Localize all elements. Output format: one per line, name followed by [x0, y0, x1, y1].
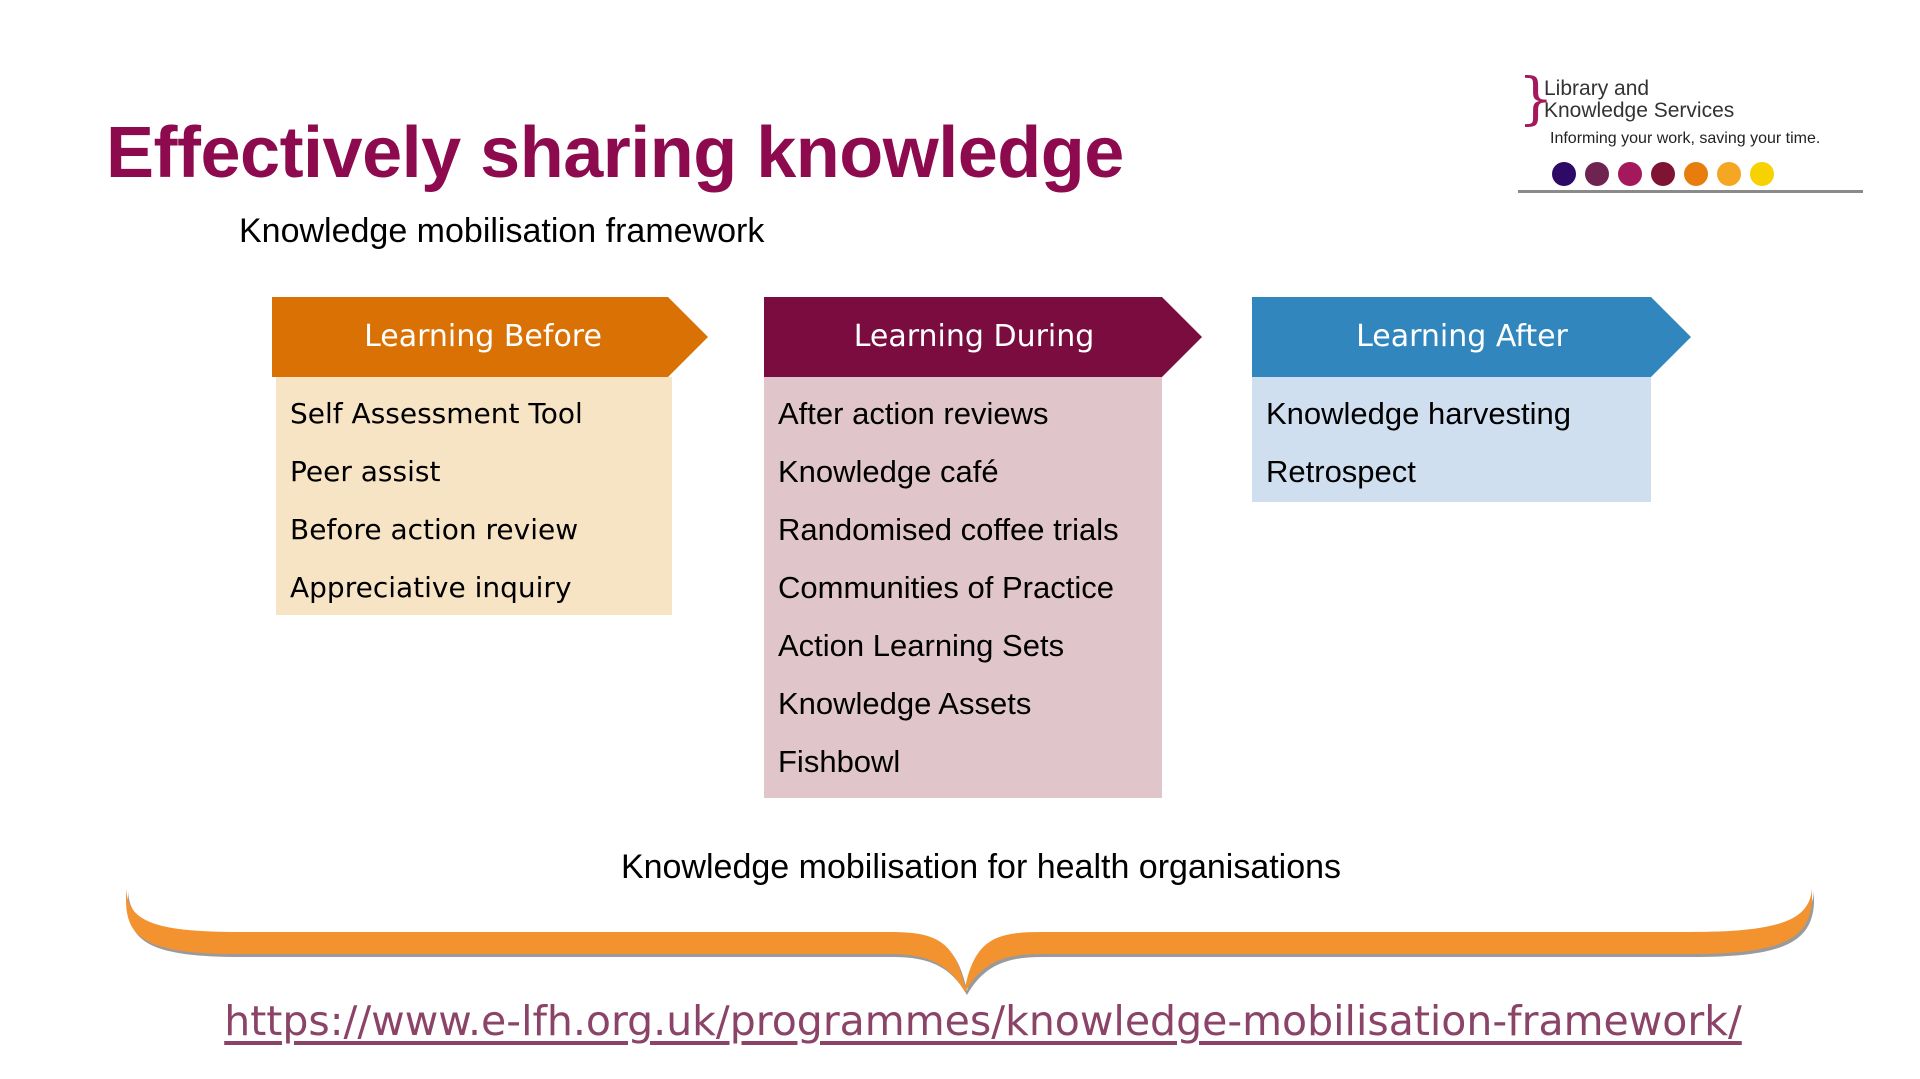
column-header: Learning During — [764, 297, 1202, 377]
logo-dot-icon — [1585, 162, 1609, 186]
framework-item: Knowledge café — [778, 454, 999, 489]
framework-item: Knowledge Assets — [778, 686, 1032, 721]
framework-item: Before action review — [290, 513, 579, 546]
logo-dot-icon — [1750, 162, 1774, 186]
framework-item: Communities of Practice — [778, 570, 1114, 605]
column-title: Learning During — [853, 319, 1095, 354]
slide-title: Effectively sharing knowledge — [106, 113, 1124, 193]
column-header: Learning After — [1252, 297, 1691, 377]
framework-item: Action Learning Sets — [778, 628, 1065, 663]
framework-item: Fishbowl — [778, 744, 901, 779]
framework-item: Retrospect — [1266, 454, 1416, 489]
column-items: After action reviews Knowledge café Random… — [764, 377, 1162, 798]
column-learning-before: Learning Before Self Assessment Tool Peer… — [272, 297, 708, 615]
column-learning-after: Learning After Knowledge harvesting Retro… — [1252, 297, 1691, 502]
column-header: Learning Before — [272, 297, 708, 377]
column-items: Knowledge harvesting Retrospect — [1252, 377, 1651, 502]
logo-line-2: Knowledge Services — [1544, 99, 1735, 122]
framework-item: Self Assessment Tool — [290, 397, 583, 430]
framework-link[interactable]: https://www.e-lfh.org.uk/programmes/know… — [0, 997, 1920, 1045]
column-title: Learning Before — [364, 319, 602, 354]
curly-brace-shape — [126, 888, 1814, 995]
logo-dot-icon — [1618, 162, 1642, 186]
framework-item: Appreciative inquiry — [290, 571, 572, 604]
logo-dot-icon — [1552, 162, 1576, 186]
logo-dot-icon — [1651, 162, 1675, 186]
framework-item: Knowledge harvesting — [1266, 396, 1572, 431]
library-knowledge-services-logo: } Library and Knowledge Services Informi… — [1518, 72, 1868, 197]
curly-brace-fill — [126, 888, 1812, 992]
logo-divider — [1518, 190, 1863, 193]
slide-subtitle: Knowledge mobilisation framework — [239, 212, 765, 250]
logo-tagline: Informing your work, saving your time. — [1550, 130, 1821, 147]
framework-item: Randomised coffee trials — [778, 512, 1119, 547]
logo-dot-icon — [1684, 162, 1708, 186]
logo-line-1: Library and — [1544, 77, 1650, 100]
logo-dot-icon — [1717, 162, 1741, 186]
framework-item: After action reviews — [778, 396, 1049, 431]
column-items: Self Assessment Tool Peer assist Before ac… — [276, 377, 672, 615]
framework-item: Peer assist — [290, 455, 441, 488]
column-learning-during: Learning During After action reviews Know… — [764, 297, 1202, 798]
column-title: Learning After — [1356, 319, 1568, 354]
logo-dots — [1552, 162, 1774, 186]
